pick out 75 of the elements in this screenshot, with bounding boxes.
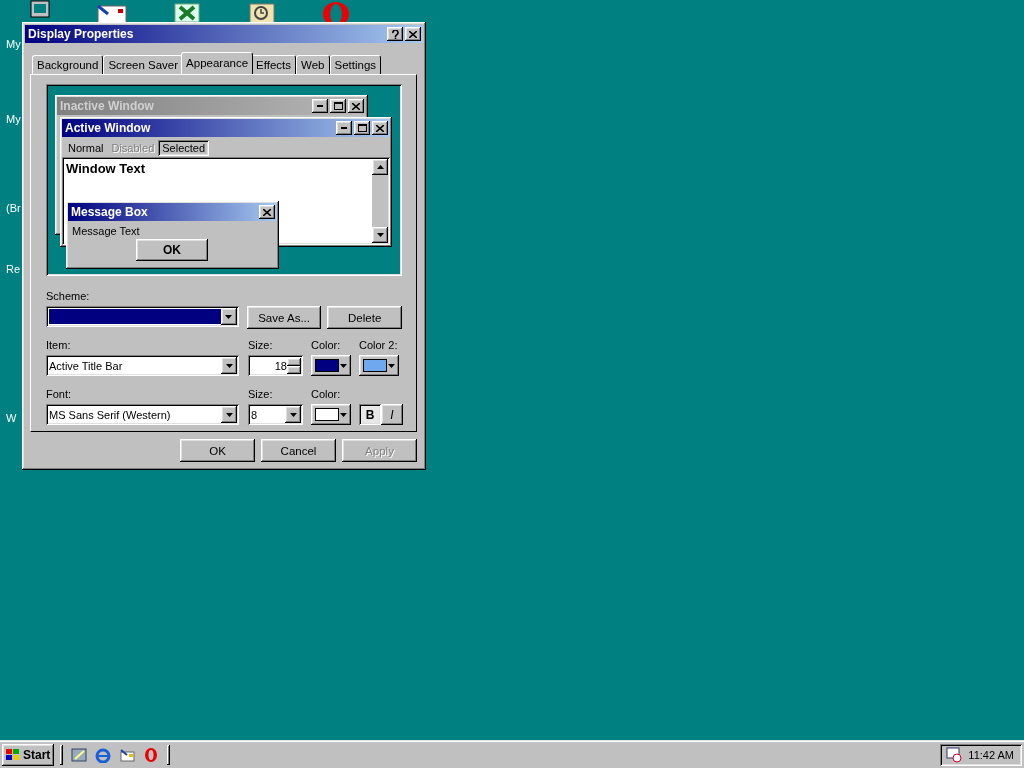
dialog-button[interactable]: OK xyxy=(180,439,255,462)
maximize-icon xyxy=(357,124,367,132)
desktop-icon-label[interactable]: W xyxy=(6,412,17,424)
color-picker-button[interactable] xyxy=(311,404,351,425)
field-label: Size: xyxy=(248,339,274,353)
scheduler-icon[interactable] xyxy=(946,747,963,763)
minimize-button[interactable] xyxy=(312,99,328,113)
desktop-icon-label[interactable]: My xyxy=(6,113,21,125)
tab[interactable]: Screen Saver xyxy=(103,55,184,74)
caret-icon xyxy=(225,412,233,417)
font-dropdown[interactable]: MS Sans Serif (Western) xyxy=(46,404,239,425)
window-title: Active Window xyxy=(65,121,152,135)
close-button[interactable] xyxy=(259,205,275,219)
scheme-button[interactable]: Delete xyxy=(327,306,402,329)
window-title: Message Box xyxy=(71,205,149,219)
start-button[interactable]: Start xyxy=(2,744,55,766)
close-button[interactable] xyxy=(372,121,388,135)
size-spinner[interactable]: 18 xyxy=(248,355,303,376)
dialog-button[interactable]: Cancel xyxy=(261,439,336,462)
up-arrow-icon xyxy=(376,165,384,169)
italic-button[interactable]: I xyxy=(381,404,403,425)
minimize-icon xyxy=(317,105,323,107)
caret-icon xyxy=(340,412,347,417)
scheme-dropdown[interactable] xyxy=(46,306,239,327)
item-dropdown[interactable]: Active Title Bar xyxy=(46,355,239,376)
desktop-icon-label[interactable]: My xyxy=(6,38,21,50)
close-button[interactable] xyxy=(405,27,421,41)
ok-button[interactable]: OK xyxy=(136,239,208,261)
windows-logo-icon xyxy=(5,748,21,762)
minimize-icon xyxy=(341,127,347,129)
tab[interactable]: Background xyxy=(32,55,104,74)
close-icon xyxy=(352,102,360,110)
message-text: Message Text xyxy=(71,224,141,237)
menu-item[interactable]: Selected xyxy=(158,140,210,156)
clock: 11:42 AM xyxy=(968,749,1014,761)
caret-icon xyxy=(388,363,395,368)
field-label: Color: xyxy=(311,388,342,402)
maximize-icon xyxy=(333,102,343,110)
menu-item[interactable]: Normal xyxy=(64,140,108,156)
minimize-button[interactable] xyxy=(336,121,352,135)
window-title: Display Properties xyxy=(28,27,135,41)
field-label: Font: xyxy=(46,388,73,402)
desktop-icon[interactable] xyxy=(69,745,90,765)
color-picker-button[interactable] xyxy=(311,355,351,376)
window-title: Inactive Window xyxy=(60,99,155,113)
window-text: Window Text xyxy=(66,161,146,176)
field-label: Size: xyxy=(248,388,274,402)
field-label: Scheme: xyxy=(46,290,91,304)
field-label: Item: xyxy=(46,339,72,353)
close-icon xyxy=(263,208,271,216)
help-icon xyxy=(391,29,399,39)
caret-icon xyxy=(225,363,233,368)
color-picker-button[interactable] xyxy=(359,355,399,376)
caret-icon xyxy=(289,412,297,417)
font-size-dropdown[interactable]: 8 xyxy=(248,404,303,425)
tab[interactable]: Appearance xyxy=(181,52,254,74)
scrollbar[interactable] xyxy=(372,159,388,243)
tab[interactable]: Web xyxy=(296,55,330,74)
desktop-icon-label[interactable]: (Br xyxy=(6,202,21,214)
maximize-button[interactable] xyxy=(330,99,346,113)
caret-icon xyxy=(225,314,233,319)
scheme-button[interactable]: Save As... xyxy=(246,306,322,329)
tab[interactable]: Effects xyxy=(251,55,297,74)
desktop-icon-label[interactable]: Re xyxy=(6,263,21,275)
close-icon xyxy=(376,124,384,132)
field-label: Color 2: xyxy=(359,339,399,353)
down-arrow-icon xyxy=(376,233,384,237)
tab[interactable]: Settings xyxy=(329,55,382,74)
maximize-button[interactable] xyxy=(354,121,370,135)
close-icon xyxy=(409,30,417,38)
bold-button[interactable]: B xyxy=(359,404,381,425)
close-button[interactable] xyxy=(348,99,364,113)
field-label: Color: xyxy=(311,339,342,353)
help-button[interactable] xyxy=(387,27,403,41)
caret-icon xyxy=(340,363,347,368)
